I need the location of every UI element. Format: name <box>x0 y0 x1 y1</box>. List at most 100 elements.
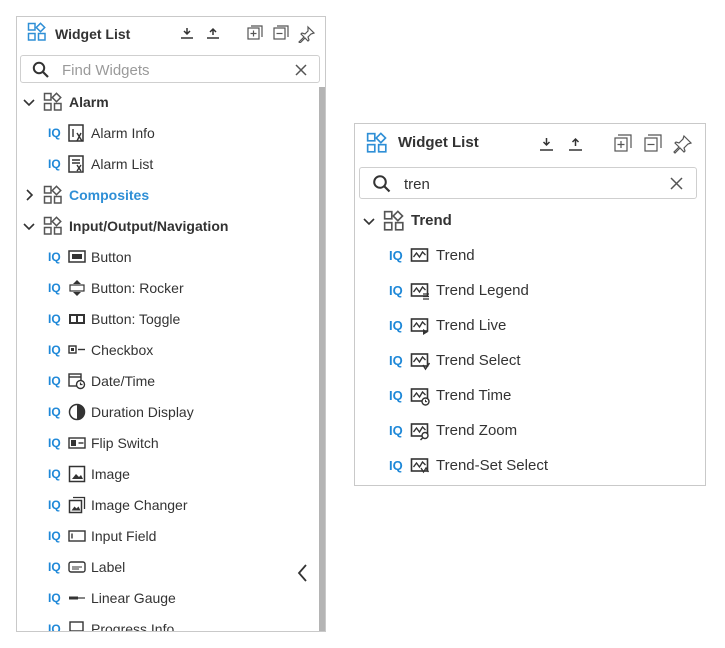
pin-icon[interactable] <box>298 25 316 43</box>
category-input-output-navigation[interactable]: Input/Output/Navigation <box>17 210 325 241</box>
search-box <box>359 167 697 199</box>
panel-header: Widget List <box>17 17 325 51</box>
widget-label: Trend-Set Select <box>436 457 548 474</box>
widget-label: Label <box>91 558 126 575</box>
alarm-info-icon <box>68 123 84 142</box>
widget-label: Alarm Info <box>91 124 155 141</box>
widget-label: Trend Time <box>436 387 512 404</box>
widget-trend-set-select[interactable]: IQ Trend-Set Select <box>355 448 705 483</box>
iq-badge: IQ <box>389 318 403 333</box>
widget-label: Progress Info <box>91 620 175 632</box>
upload-icon[interactable] <box>568 135 583 152</box>
widget-input-field[interactable]: IQ Input Field <box>17 520 325 551</box>
iq-badge: IQ <box>48 497 61 512</box>
widget-linear-gauge[interactable]: IQ Linear Gauge <box>17 582 325 613</box>
iq-badge: IQ <box>48 528 61 543</box>
widget-button-toggle[interactable]: IQ Button: Toggle <box>17 303 325 334</box>
iq-badge: IQ <box>389 388 403 403</box>
widget-label: Trend Live <box>436 317 507 334</box>
trend-icon <box>410 246 430 266</box>
widget-image-changer[interactable]: IQ Image Changer <box>17 489 325 520</box>
iq-badge: IQ <box>48 373 61 388</box>
chevron-right-icon[interactable] <box>21 187 37 203</box>
widget-label: Image <box>91 465 130 482</box>
search-input[interactable] <box>62 61 282 79</box>
widget-flip-switch[interactable]: IQ Flip Switch <box>17 427 325 458</box>
widget-label: Image Changer <box>91 496 188 513</box>
category-label: Alarm <box>69 93 109 110</box>
widget-label[interactable]: IQ Label <box>17 551 325 582</box>
widget-alarm-info[interactable]: IQ Alarm Info <box>17 117 325 148</box>
widget-trend-select[interactable]: IQ Trend Select <box>355 343 705 378</box>
iq-badge: IQ <box>48 621 61 632</box>
widget-label: Trend Zoom <box>436 422 518 439</box>
expand-all-icon[interactable] <box>614 134 633 153</box>
scrollbar[interactable] <box>319 87 325 631</box>
widget-label: Duration Display <box>91 403 194 420</box>
widget-date-time[interactable]: IQ Date/Time <box>17 365 325 396</box>
clear-search-icon[interactable] <box>670 177 683 190</box>
widget-duration-display[interactable]: IQ Duration Display <box>17 396 325 427</box>
download-icon[interactable] <box>539 135 554 152</box>
collapse-all-icon[interactable] <box>644 134 663 153</box>
widget-image[interactable]: IQ Image <box>17 458 325 489</box>
toggle-icon <box>69 313 85 324</box>
widget-label: Checkbox <box>91 341 154 358</box>
widget-button-rocker[interactable]: IQ Button: Rocker <box>17 272 325 303</box>
category-label: Composites <box>69 186 150 203</box>
widget-button[interactable]: IQ Button <box>17 241 325 272</box>
widget-alarm-list[interactable]: IQ Alarm List <box>17 148 325 179</box>
iq-badge: IQ <box>48 280 61 295</box>
search-input[interactable] <box>404 175 654 193</box>
chevron-down-icon[interactable] <box>361 213 377 229</box>
iq-badge: IQ <box>48 311 61 326</box>
category-alarm[interactable]: Alarm <box>17 86 325 117</box>
iq-badge: IQ <box>48 249 61 264</box>
panel-title: Widget List <box>398 134 479 151</box>
search-box <box>20 55 320 83</box>
flip-switch-icon <box>68 436 86 449</box>
iq-badge: IQ <box>389 458 403 473</box>
collapse-panel-icon[interactable] <box>295 561 311 585</box>
collapse-all-icon[interactable] <box>273 25 290 42</box>
category-composites[interactable]: Composites <box>17 179 325 210</box>
widget-trend-legend[interactable]: IQ Trend Legend <box>355 273 705 308</box>
chevron-down-icon[interactable] <box>21 94 37 110</box>
widget-list-panel-filtered: Widget List tren Trend IQ Trend IQ Trend… <box>354 123 706 486</box>
widget-list-icon <box>366 132 388 154</box>
clear-search-icon[interactable] <box>295 64 307 76</box>
search-icon <box>32 61 49 78</box>
button-icon <box>68 249 86 263</box>
category-label: Trend <box>411 212 452 229</box>
chevron-down-icon[interactable] <box>21 218 37 234</box>
widgets-icon <box>383 210 405 232</box>
alarm-list-icon <box>68 154 84 173</box>
progress-info-icon <box>69 620 84 631</box>
rocker-icon <box>69 279 85 296</box>
calendar-clock-icon <box>68 372 86 389</box>
checkbox-icon <box>68 344 85 354</box>
iq-badge: IQ <box>48 156 61 171</box>
widget-label: Date/Time <box>91 372 156 389</box>
category-trend[interactable]: Trend <box>355 203 705 238</box>
iq-badge: IQ <box>48 466 61 481</box>
half-circle-icon <box>68 403 86 420</box>
expand-all-icon[interactable] <box>247 25 264 42</box>
widget-checkbox[interactable]: IQ Checkbox <box>17 334 325 365</box>
iq-badge: IQ <box>48 435 61 450</box>
widget-progress-info[interactable]: IQ Progress Info <box>17 613 325 632</box>
widget-trend-time[interactable]: IQ Trend Time <box>355 378 705 413</box>
category-label: Input/Output/Navigation <box>69 217 229 234</box>
panel-header: Widget List <box>355 124 705 164</box>
widget-trend[interactable]: IQ Trend <box>355 238 705 273</box>
trend-select-icon <box>410 351 430 370</box>
download-icon[interactable] <box>180 25 194 41</box>
iq-badge: IQ <box>389 248 403 263</box>
widget-trend-zoom[interactable]: IQ Trend Zoom <box>355 413 705 448</box>
widget-trend-live[interactable]: IQ Trend Live <box>355 308 705 343</box>
pin-icon[interactable] <box>673 134 693 154</box>
widgets-icon <box>43 92 63 112</box>
upload-icon[interactable] <box>206 25 220 41</box>
trend-legend-icon <box>410 281 429 300</box>
widget-label: Button: Toggle <box>91 310 181 327</box>
